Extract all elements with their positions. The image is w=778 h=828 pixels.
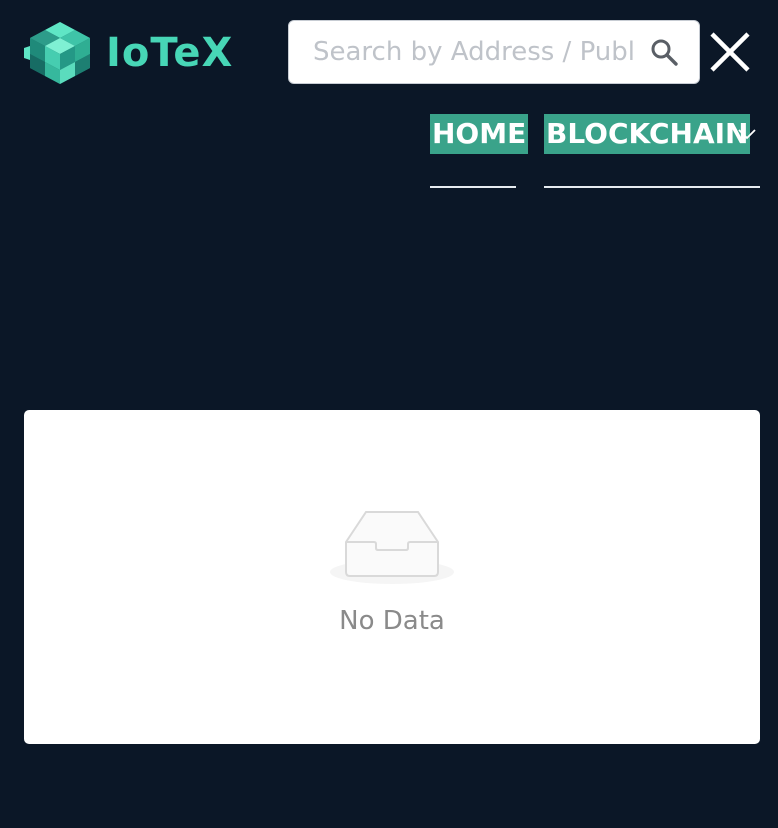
nav-blockchain-label: BLOCKCHAIN	[544, 114, 751, 154]
search-icon[interactable]	[649, 37, 679, 67]
nav-home[interactable]: HOME	[430, 114, 529, 188]
content-card: No Data	[24, 410, 760, 744]
page: IoTeX HOME BLOCKCHAIN No Data	[0, 0, 778, 828]
search-input[interactable]	[313, 37, 637, 67]
iotex-logo-icon	[24, 22, 90, 84]
close-icon[interactable]	[708, 30, 752, 74]
empty-inbox-icon	[330, 511, 454, 584]
iotex-logo[interactable]: IoTeX	[24, 20, 233, 86]
nav-blockchain[interactable]: BLOCKCHAIN	[544, 114, 760, 188]
nav-home-label: HOME	[430, 114, 529, 154]
logo-text: IoTeX	[106, 30, 234, 76]
empty-state-text: No Data	[339, 606, 445, 636]
chevron-down-icon	[738, 129, 756, 140]
search-box	[288, 20, 700, 84]
